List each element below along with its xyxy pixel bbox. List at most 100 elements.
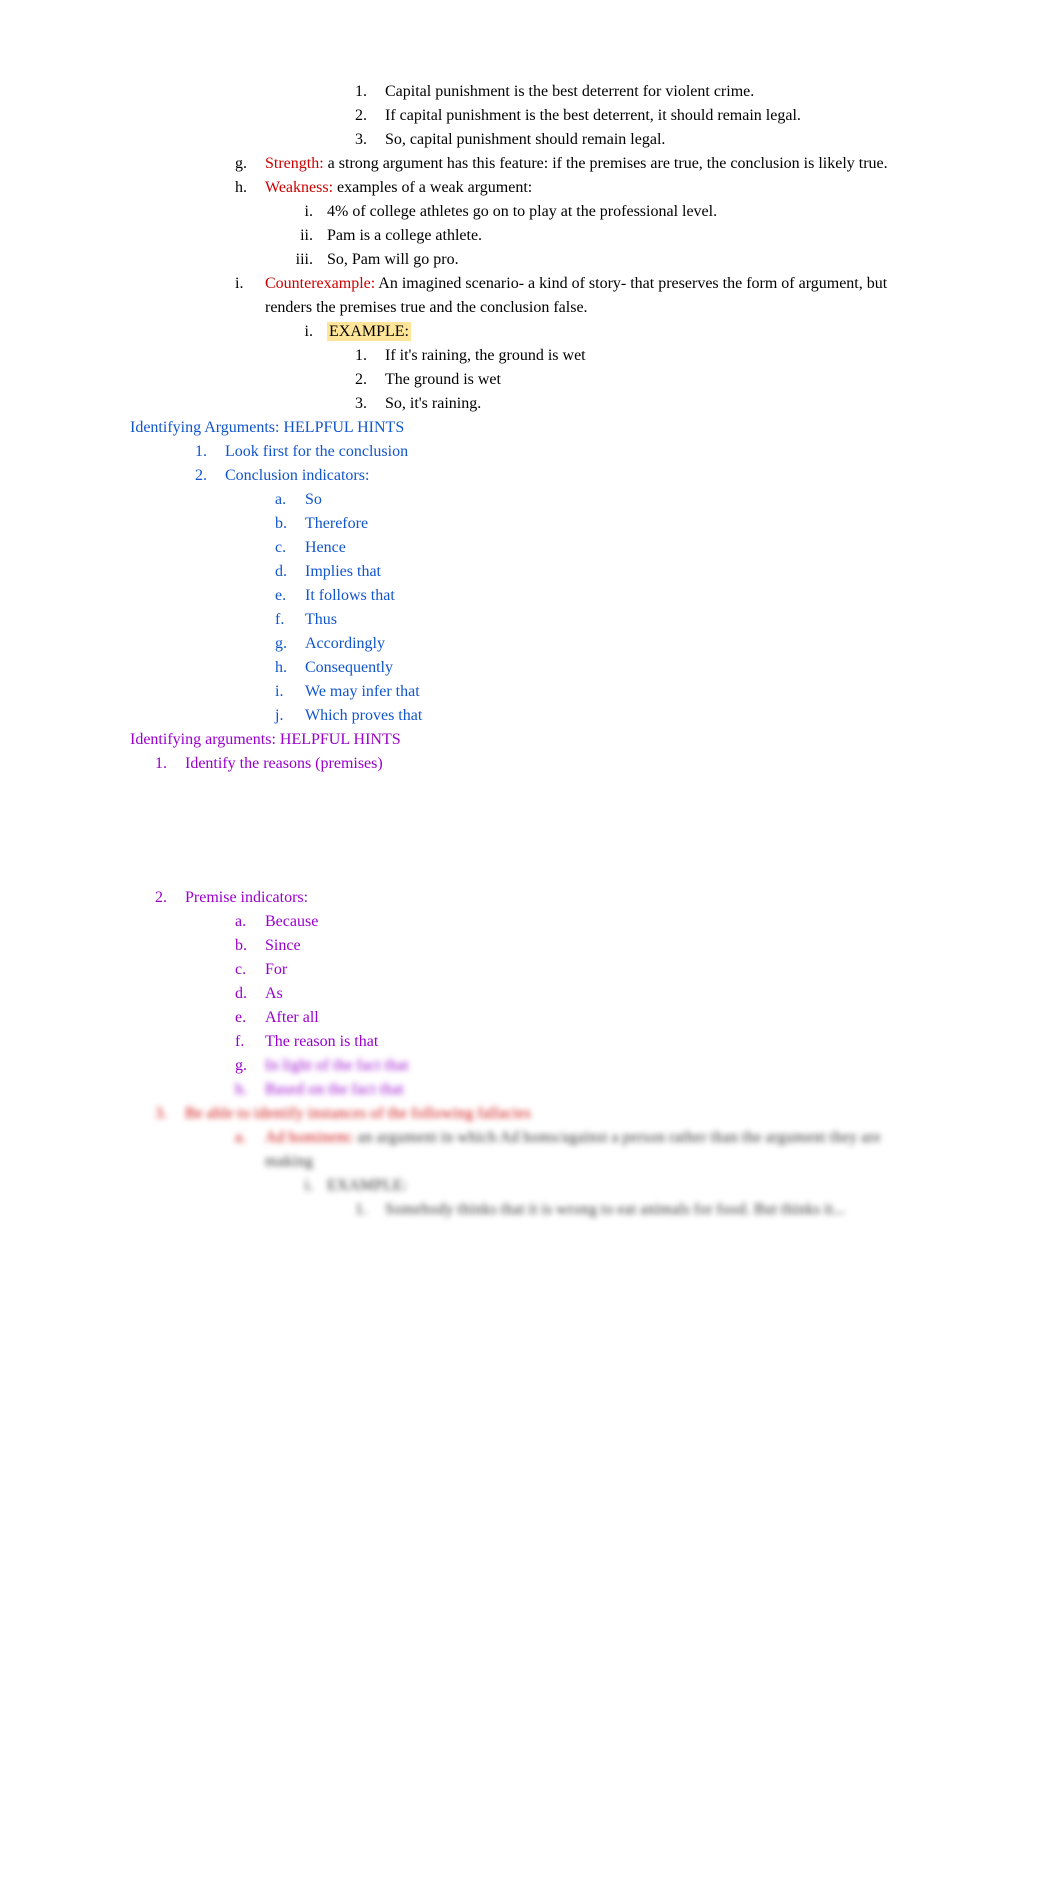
list-marker: 1. bbox=[355, 1198, 385, 1222]
list-text: Therefore bbox=[305, 512, 932, 536]
list-marker: iii. bbox=[275, 248, 327, 272]
list-text: Identify the reasons (premises) bbox=[185, 752, 932, 776]
list-item: g. Strength: a strong argument has this … bbox=[235, 152, 932, 176]
list-item: h. Based on the fact that bbox=[235, 1078, 932, 1102]
list-item: g. Accordingly bbox=[275, 632, 932, 656]
list-text: EXAMPLE: bbox=[327, 320, 932, 344]
list-marker: 1. bbox=[355, 344, 385, 368]
section-title: Identifying arguments: HELPFUL HINTS bbox=[130, 728, 932, 752]
list-marker: c. bbox=[275, 536, 305, 560]
list-item: b. Since bbox=[235, 934, 932, 958]
list-text: Hence bbox=[305, 536, 932, 560]
list-marker: 3. bbox=[355, 392, 385, 416]
list-text: Implies that bbox=[305, 560, 932, 584]
list-item: 3. So, it's raining. bbox=[355, 392, 932, 416]
list-item: i. EXAMPLE: bbox=[275, 320, 932, 344]
list-text: Strength: a strong argument has this fea… bbox=[265, 152, 932, 176]
list-marker: 3. bbox=[355, 128, 385, 152]
list-item: 3. Be able to identify instances of the … bbox=[155, 1102, 932, 1126]
list-item: 2. Premise indicators: bbox=[155, 886, 932, 910]
list-item: 1. Somebody thinks that it is wrong to e… bbox=[355, 1198, 932, 1222]
list-text: For bbox=[265, 958, 932, 982]
list-text: 4% of college athletes go on to play at … bbox=[327, 200, 932, 224]
list-item: 3. So, capital punishment should remain … bbox=[355, 128, 932, 152]
list-item: e. After all bbox=[235, 1006, 932, 1030]
list-item: i. Counterexample: An imagined scenario-… bbox=[235, 272, 932, 320]
list-item: i. 4% of college athletes go on to play … bbox=[275, 200, 932, 224]
list-marker: e. bbox=[275, 584, 305, 608]
blurred-text: Be able to identify instances of the fol… bbox=[185, 1102, 932, 1126]
list-item: a. So bbox=[275, 488, 932, 512]
list-marker: i. bbox=[235, 272, 265, 320]
list-text: If it's raining, the ground is wet bbox=[385, 344, 932, 368]
list-marker: 2. bbox=[355, 368, 385, 392]
list-item: h. Weakness: examples of a weak argument… bbox=[235, 176, 932, 200]
list-text: After all bbox=[265, 1006, 932, 1030]
term-strength: Strength: bbox=[265, 155, 324, 172]
list-text: Conclusion indicators: bbox=[225, 464, 932, 488]
list-text: Counterexample: An imagined scenario- a … bbox=[265, 272, 932, 320]
list-marker: 1. bbox=[195, 440, 225, 464]
list-marker: i. bbox=[275, 680, 305, 704]
list-item: c. For bbox=[235, 958, 932, 982]
list-item: 1. If it's raining, the ground is wet bbox=[355, 344, 932, 368]
blurred-text: Based on the fact that bbox=[265, 1078, 932, 1102]
list-marker: d. bbox=[235, 982, 265, 1006]
list-marker: 1. bbox=[355, 80, 385, 104]
list-text: So bbox=[305, 488, 932, 512]
list-marker: 2. bbox=[155, 886, 185, 910]
list-text: So, capital punishment should remain leg… bbox=[385, 128, 932, 152]
list-item: d. Implies that bbox=[275, 560, 932, 584]
list-item: b. Therefore bbox=[275, 512, 932, 536]
list-text: So, Pam will go pro. bbox=[327, 248, 932, 272]
list-item: a. Because bbox=[235, 910, 932, 934]
list-item: iii. So, Pam will go pro. bbox=[275, 248, 932, 272]
list-item: i. EXAMPLE: bbox=[275, 1174, 932, 1198]
list-text: Premise indicators: bbox=[185, 886, 932, 910]
list-marker: g. bbox=[275, 632, 305, 656]
list-marker: 2. bbox=[355, 104, 385, 128]
list-marker: 3. bbox=[155, 1102, 185, 1126]
list-marker: h. bbox=[235, 1078, 265, 1102]
list-text: Since bbox=[265, 934, 932, 958]
list-text: Which proves that bbox=[305, 704, 932, 728]
list-item: j. Which proves that bbox=[275, 704, 932, 728]
list-marker: h. bbox=[275, 656, 305, 680]
list-marker: ii. bbox=[275, 224, 327, 248]
blurred-text: an argument in which Ad homs/against a p… bbox=[265, 1129, 881, 1170]
blurred-term: Ad hominem: bbox=[265, 1129, 353, 1146]
list-item: 2. If capital punishment is the best det… bbox=[355, 104, 932, 128]
section-title: Identifying Arguments: HELPFUL HINTS bbox=[130, 416, 932, 440]
list-item: h. Consequently bbox=[275, 656, 932, 680]
list-item: f. The reason is that bbox=[235, 1030, 932, 1054]
list-marker: d. bbox=[275, 560, 305, 584]
list-item: c. Hence bbox=[275, 536, 932, 560]
list-item: e. It follows that bbox=[275, 584, 932, 608]
list-text: If capital punishment is the best deterr… bbox=[385, 104, 932, 128]
list-item: a. Ad hominem: an argument in which Ad h… bbox=[235, 1126, 932, 1174]
list-item: ii. Pam is a college athlete. bbox=[275, 224, 932, 248]
list-text: As bbox=[265, 982, 932, 1006]
list-text: So, it's raining. bbox=[385, 392, 932, 416]
list-item: 1. Capital punishment is the best deterr… bbox=[355, 80, 932, 104]
list-text: Thus bbox=[305, 608, 932, 632]
list-marker: 2. bbox=[195, 464, 225, 488]
list-item: g. In light of the fact that bbox=[235, 1054, 932, 1078]
list-marker: i. bbox=[275, 200, 327, 224]
list-marker: a. bbox=[235, 1126, 265, 1174]
list-text: It follows that bbox=[305, 584, 932, 608]
list-marker: i. bbox=[275, 320, 327, 344]
list-item: i. We may infer that bbox=[275, 680, 932, 704]
list-marker: a. bbox=[235, 910, 265, 934]
list-text: We may infer that bbox=[305, 680, 932, 704]
list-marker: j. bbox=[275, 704, 305, 728]
list-marker: a. bbox=[275, 488, 305, 512]
list-marker: f. bbox=[235, 1030, 265, 1054]
blurred-text: EXAMPLE: bbox=[327, 1174, 932, 1198]
list-text: Because bbox=[265, 910, 932, 934]
term-weakness: Weakness: bbox=[265, 179, 333, 196]
definition-text: examples of a weak argument: bbox=[333, 179, 532, 196]
list-text: Ad hominem: an argument in which Ad homs… bbox=[265, 1126, 932, 1174]
list-text: Pam is a college athlete. bbox=[327, 224, 932, 248]
list-marker: g. bbox=[235, 152, 265, 176]
